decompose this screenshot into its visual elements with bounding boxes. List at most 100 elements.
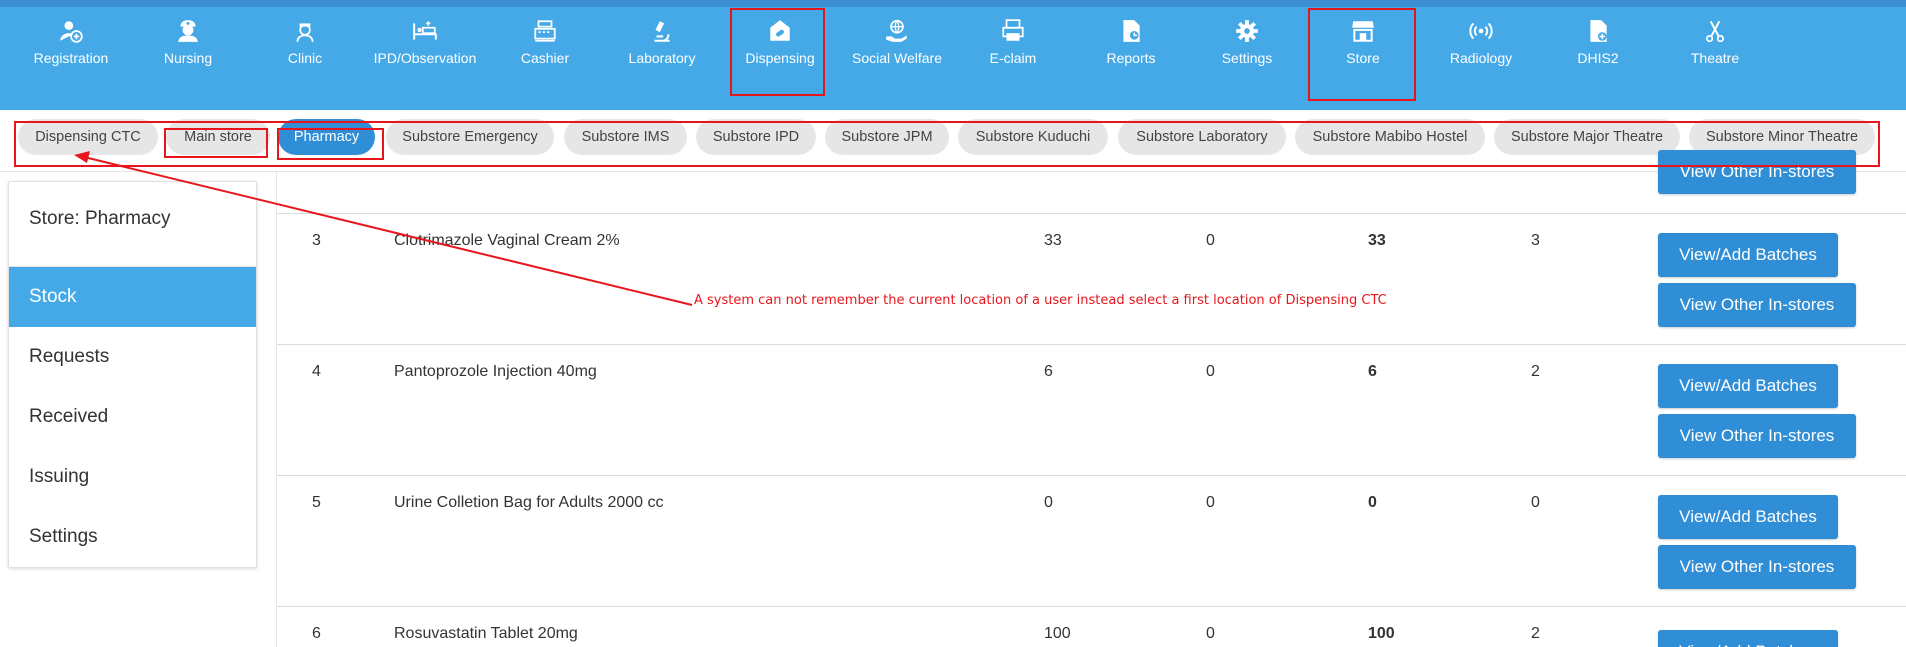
bed-icon [413, 21, 437, 40]
cash-register-icon [534, 20, 556, 42]
quantity-cell: 0 [1206, 363, 1215, 380]
table-row: 3 Clotrimazole Vaginal Cream 2% 33 0 33 … [277, 213, 1906, 344]
store-tab-substore-kuduchi[interactable]: Substore Kuduchi [958, 119, 1108, 155]
side-item-issuing[interactable]: Issuing [9, 447, 256, 507]
nav-label: Nursing [163, 50, 213, 66]
balance-cell: 100 [1368, 625, 1395, 642]
nav-store[interactable]: Store [1308, 14, 1418, 80]
top-nav-bar: Registration Nursing Clinic IPD/Observat… [0, 0, 1906, 110]
store-tab-substore-emergency[interactable]: Substore Emergency [386, 119, 554, 155]
view-other-instores-button[interactable]: View Other In-stores [1658, 414, 1856, 458]
nav-social-welfare[interactable]: Social Welfare [842, 14, 952, 80]
nav-cashier[interactable]: Cashier [490, 14, 600, 80]
store-tab-pharmacy[interactable]: Pharmacy [278, 119, 375, 155]
quantity-cell: 100 [1044, 625, 1071, 642]
nav-label: Clinic [287, 50, 323, 66]
quantity-cell: 0 [1206, 232, 1215, 249]
store-tab-substore-ipd[interactable]: Substore IPD [696, 119, 816, 155]
item-name: Clotrimazole Vaginal Cream 2% [394, 232, 620, 249]
report-file-icon [1123, 20, 1140, 42]
nav-e-claim[interactable]: E-claim [958, 14, 1068, 80]
balance-cell: 6 [1368, 363, 1377, 380]
view-add-batches-button[interactable]: View/Add Batches [1658, 233, 1838, 277]
store-side-panel: Store: Pharmacy Stock Requests Received … [8, 181, 257, 568]
view-other-instores-button[interactable]: View Other In-stores [1658, 150, 1856, 194]
nav-label: IPD/Observation [373, 50, 477, 66]
nav-label: Settings [1221, 50, 1273, 66]
batches-count-cell: 2 [1531, 363, 1540, 380]
radiation-icon [1469, 22, 1493, 40]
store-tab-dispensing-ctc[interactable]: Dispensing CTC [18, 119, 158, 155]
item-name: Rosuvastatin Tablet 20mg [394, 625, 578, 642]
balance-cell: 33 [1368, 232, 1386, 249]
store-tabs-bar: Dispensing CTC Main store Pharmacy Subst… [0, 110, 1906, 172]
nav-dhis2[interactable]: DHIS2 [1543, 14, 1653, 80]
app-window: Registration Nursing Clinic IPD/Observat… [0, 0, 1906, 647]
nav-radiology[interactable]: Radiology [1426, 14, 1536, 80]
nav-clinic[interactable]: Clinic [250, 14, 360, 80]
view-add-batches-button[interactable]: View/Add Batches [1658, 495, 1838, 539]
side-item-requests[interactable]: Requests [9, 327, 256, 387]
batches-count-cell: 3 [1531, 232, 1540, 249]
nav-label: Cashier [520, 50, 570, 66]
store-tab-substore-laboratory[interactable]: Substore Laboratory [1118, 119, 1286, 155]
nav-settings[interactable]: Settings [1192, 14, 1302, 80]
view-add-batches-button[interactable]: View/Add Batches [1658, 364, 1838, 408]
view-other-instores-button[interactable]: View Other In-stores [1658, 283, 1856, 327]
nav-nursing[interactable]: Nursing [133, 14, 243, 80]
microscope-icon [654, 21, 670, 42]
nav-ipd-observation[interactable]: IPD/Observation [370, 14, 480, 80]
nav-dispensing[interactable]: Dispensing [725, 14, 835, 80]
nav-label: Dispensing [745, 50, 815, 66]
table-row: 6 Rosuvastatin Tablet 20mg 100 0 100 2 V… [277, 606, 1906, 647]
view-add-batches-button[interactable]: View/Add Batches [1658, 630, 1838, 647]
batches-count-cell: 2 [1531, 625, 1540, 642]
store-tab-substore-mabibo-hostel[interactable]: Substore Mabibo Hostel [1295, 119, 1485, 155]
view-other-instores-button[interactable]: View Other In-stores [1658, 545, 1856, 589]
nav-label: E-claim [989, 50, 1037, 66]
nav-reports[interactable]: Reports [1076, 14, 1186, 80]
nav-label: Store [1346, 50, 1380, 66]
hand-globe-icon [886, 19, 907, 42]
nav-label: Theatre [1690, 50, 1740, 66]
nav-registration[interactable]: Registration [16, 14, 126, 80]
row-number: 6 [312, 625, 321, 642]
side-item-settings[interactable]: Settings [9, 507, 256, 567]
gear-icon [1236, 20, 1258, 42]
batches-count-cell: 0 [1531, 494, 1540, 511]
store-tab-substore-major-theatre[interactable]: Substore Major Theatre [1494, 119, 1680, 155]
nav-label: Registration [33, 50, 109, 66]
nav-label: Social Welfare [851, 50, 942, 66]
quantity-cell: 0 [1206, 494, 1215, 511]
nav-label: Reports [1106, 50, 1156, 66]
nav-laboratory[interactable]: Laboratory [607, 14, 717, 80]
row-number: 4 [312, 363, 321, 380]
table-row: 4 Pantoprozole Injection 40mg 6 0 6 2 Vi… [277, 344, 1906, 475]
quantity-cell: 0 [1044, 494, 1053, 511]
store-tab-substore-jpm[interactable]: Substore JPM [825, 119, 949, 155]
table-row: 5 Urine Colletion Bag for Adults 2000 cc… [277, 475, 1906, 606]
side-item-received[interactable]: Received [9, 387, 256, 447]
nav-label: Laboratory [628, 50, 696, 66]
item-name: Urine Colletion Bag for Adults 2000 cc [394, 494, 664, 511]
top-nav-strip [0, 0, 1906, 7]
item-name: Pantoprozole Injection 40mg [394, 363, 597, 380]
nurse-icon [178, 20, 198, 42]
pill-box-icon [770, 20, 790, 41]
nav-label: Radiology [1449, 50, 1513, 66]
quantity-cell: 33 [1044, 232, 1062, 249]
nav-label: DHIS2 [1577, 50, 1619, 66]
quantity-cell: 6 [1044, 363, 1053, 380]
store-tab-main-store[interactable]: Main store [166, 119, 270, 155]
row-number: 3 [312, 232, 321, 249]
store-icon [1352, 21, 1374, 42]
store-title: Store: Pharmacy [29, 208, 171, 229]
store-tab-substore-ims[interactable]: Substore IMS [564, 119, 687, 155]
nav-theatre[interactable]: Theatre [1660, 14, 1770, 80]
scissors-icon [1706, 20, 1724, 43]
side-item-stock[interactable]: Stock [9, 267, 256, 327]
doctor-icon [296, 23, 314, 42]
quantity-cell: 0 [1206, 625, 1215, 642]
annotation-note: A system can not remember the current lo… [694, 293, 1387, 308]
printer-icon [1002, 19, 1024, 41]
